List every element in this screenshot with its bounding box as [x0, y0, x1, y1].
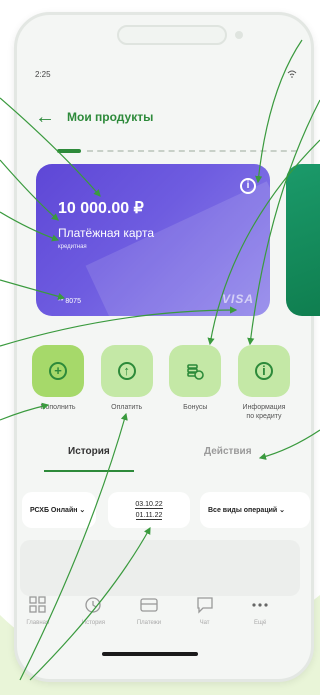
pager-rest-indicator: [87, 150, 297, 152]
credit-info-label-line1: Информация: [242, 404, 286, 411]
coins-icon: [187, 364, 205, 380]
chat-icon: [196, 597, 213, 614]
more-icon: [252, 603, 268, 607]
nav-home[interactable]: Главная: [13, 596, 63, 642]
bottom-navigation: Главная История Платежи Чат Ещё: [10, 596, 288, 642]
date-to: 01.11.22: [135, 511, 163, 520]
status-time: 2:25: [35, 69, 51, 79]
phone-camera: [235, 31, 243, 39]
phone-notch: [117, 25, 227, 45]
nav-history[interactable]: История: [68, 596, 118, 642]
back-arrow-icon[interactable]: ←: [35, 107, 55, 127]
bank-filter-label: РСХБ Онлайн: [30, 506, 78, 514]
history-content: [20, 540, 300, 596]
topup-label: Пополнить: [40, 404, 76, 411]
card-icon: [140, 598, 158, 612]
nav-payments-label: Платежи: [136, 620, 162, 626]
chevron-down-icon: ⌄: [277, 507, 286, 514]
nav-chat[interactable]: Чат: [180, 596, 230, 642]
nav-history-label: История: [81, 620, 106, 626]
card-name: Платёжная карта: [58, 226, 154, 240]
action-bonuses[interactable]: Бонусы: [165, 345, 225, 421]
arrow-up-circle-icon: ↑: [117, 362, 136, 380]
operations-filter-label: Все виды операций: [208, 506, 278, 514]
pay-label: Оплатить: [111, 404, 143, 411]
bonuses-button[interactable]: [169, 345, 222, 397]
date-from: 03.10.22: [135, 500, 163, 509]
card-pager: [57, 149, 297, 153]
credit-info-button[interactable]: i: [237, 345, 290, 397]
nav-more-label: Ещё: [254, 620, 267, 626]
page-title: Мои продукты: [67, 110, 154, 124]
filters-bar: РСХБ Онлайн ⌄ 03.10.22 01.11.22 Все виды…: [22, 488, 320, 534]
wifi-icon: [287, 70, 297, 78]
credit-card[interactable]: i 10 000.00 ₽ Платёжная карта кредитная …: [36, 164, 270, 316]
clock-icon: [85, 597, 102, 613]
nav-payments[interactable]: Платежи: [124, 596, 174, 642]
topup-button[interactable]: +: [32, 345, 84, 397]
tab-history[interactable]: История: [68, 446, 110, 457]
nav-home-label: Главная: [26, 620, 50, 626]
action-pay[interactable]: ↑ Оплатить: [97, 345, 157, 421]
date-range-filter[interactable]: 03.10.22 01.11.22: [108, 492, 190, 528]
operations-filter[interactable]: Все виды операций ⌄: [200, 492, 310, 528]
bank-filter[interactable]: РСХБ Онлайн ⌄: [22, 492, 96, 528]
page-header: ← Мои продукты: [35, 105, 153, 129]
next-card-preview[interactable]: [286, 164, 320, 316]
bonuses-label: Бонусы: [183, 404, 208, 411]
credit-info-label: Информация по кредиту: [243, 403, 286, 421]
action-credit-info[interactable]: i Информация по кредиту: [234, 345, 294, 421]
chevron-down-icon: ⌄: [77, 507, 86, 514]
pager-active-indicator: [57, 149, 81, 153]
status-bar: 2:25: [35, 67, 297, 81]
card-number: ** 8075: [58, 298, 81, 305]
card-balance: 10 000.00 ₽: [58, 200, 144, 217]
tab-active-underline: [44, 470, 134, 472]
info-circle-icon: i: [254, 362, 273, 380]
tab-actions[interactable]: Действия: [204, 446, 252, 457]
credit-info-label-line2: по кредиту: [246, 413, 282, 421]
action-topup[interactable]: + Пополнить: [28, 345, 88, 421]
card-type: кредитная: [58, 244, 87, 250]
card-info-icon[interactable]: i: [240, 178, 256, 194]
pay-button[interactable]: ↑: [100, 345, 153, 397]
card-actions: + Пополнить ↑ Оплатить Бонусы i Информац…: [28, 345, 294, 421]
nav-more[interactable]: Ещё: [235, 596, 285, 642]
grid-icon: [29, 596, 46, 613]
tabs: История Действия: [26, 440, 288, 474]
home-indicator: [102, 652, 198, 656]
status-icons: [287, 70, 297, 78]
plus-circle-icon: +: [49, 362, 67, 380]
nav-chat-label: Чат: [199, 620, 210, 626]
visa-logo: VISA: [221, 292, 254, 306]
